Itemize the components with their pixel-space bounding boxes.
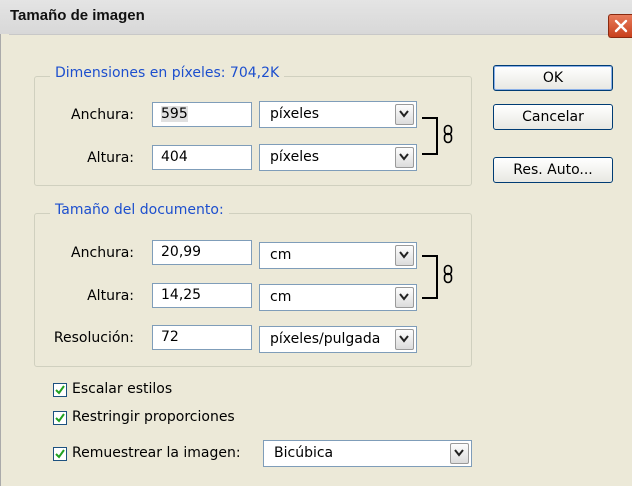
chevron-down-icon [399, 110, 409, 118]
resample-label: Remuestrear la imagen: [72, 445, 241, 461]
chevron-down-icon [399, 251, 409, 259]
pixel-height-unit-select[interactable]: píxeles [259, 144, 417, 171]
resolution-unit-value: píxeles/pulgada [270, 331, 381, 347]
pixel-width-unit-value: píxeles [270, 106, 320, 122]
doc-height-unit-dropdown-button[interactable] [395, 287, 414, 308]
pixel-height-unit-value: píxeles [270, 149, 320, 165]
resample-method-value: Bicúbica [274, 445, 334, 461]
doc-width-unit-dropdown-button[interactable] [395, 245, 414, 266]
chain-link-icon [443, 264, 453, 288]
checkmark-icon [55, 385, 65, 395]
doc-width-label: Anchura: [71, 245, 134, 261]
pixel-height-label: Altura: [87, 150, 134, 166]
window-left-border [0, 34, 9, 486]
resolution-unit-select[interactable]: píxeles/pulgada [259, 326, 417, 353]
chevron-down-icon [399, 293, 409, 301]
doc-height-label: Altura: [87, 288, 134, 304]
doc-width-unit-select[interactable]: cm [259, 242, 417, 269]
doc-height-input[interactable]: 14,25 [152, 283, 252, 308]
ok-button[interactable]: OK [493, 65, 613, 91]
resample-method-dropdown-button[interactable] [450, 443, 469, 464]
doc-constrain-bracket [422, 255, 438, 299]
cancel-button[interactable]: Cancelar [493, 104, 613, 130]
doc-width-input[interactable]: 20,99 [152, 240, 252, 265]
chevron-down-icon [399, 335, 409, 343]
resolution-input[interactable]: 72 [152, 325, 252, 350]
close-button[interactable] [608, 14, 632, 38]
resolution-value: 72 [161, 329, 179, 345]
pixel-height-unit-dropdown-button[interactable] [395, 147, 414, 168]
pixel-dimensions-legend: Dimensiones en píxeles: 704,2K [50, 65, 285, 81]
pixel-height-input[interactable]: 404 [152, 145, 252, 170]
pixel-height-value: 404 [161, 149, 188, 165]
close-icon [614, 19, 628, 33]
auto-resolution-button[interactable]: Res. Auto... [493, 157, 613, 183]
checkmark-icon [55, 413, 65, 423]
resolution-label: Resolución: [53, 330, 134, 346]
scale-styles-checkbox[interactable] [53, 383, 67, 397]
pixel-width-value: 595 [161, 106, 188, 122]
title-bar: Tamaño de imagen [0, 0, 632, 38]
window-title: Tamaño de imagen [10, 7, 145, 24]
checkmark-icon [55, 449, 65, 459]
doc-height-unit-select[interactable]: cm [259, 284, 417, 311]
doc-width-value: 20,99 [161, 244, 202, 260]
pixel-width-input[interactable]: 595 [152, 102, 252, 127]
constrain-proportions-checkbox[interactable] [53, 411, 67, 425]
resolution-unit-dropdown-button[interactable] [395, 329, 414, 350]
constrain-proportions-label: Restringir proporciones [72, 409, 235, 425]
pixel-width-unit-select[interactable]: píxeles [259, 101, 417, 128]
pixel-width-label: Anchura: [71, 107, 134, 123]
chevron-down-icon [399, 153, 409, 161]
pixel-constrain-bracket [422, 117, 438, 155]
resample-checkbox[interactable] [53, 447, 67, 461]
doc-width-unit-value: cm [270, 247, 292, 263]
doc-height-unit-value: cm [270, 289, 292, 305]
doc-height-value: 14,25 [161, 287, 202, 303]
chain-link-icon [443, 124, 453, 148]
resample-method-select[interactable]: Bicúbica [263, 440, 472, 467]
chevron-down-icon [454, 449, 464, 457]
document-size-legend: Tamaño del documento: [50, 202, 229, 218]
pixel-width-unit-dropdown-button[interactable] [395, 104, 414, 125]
scale-styles-label: Escalar estilos [72, 381, 173, 397]
